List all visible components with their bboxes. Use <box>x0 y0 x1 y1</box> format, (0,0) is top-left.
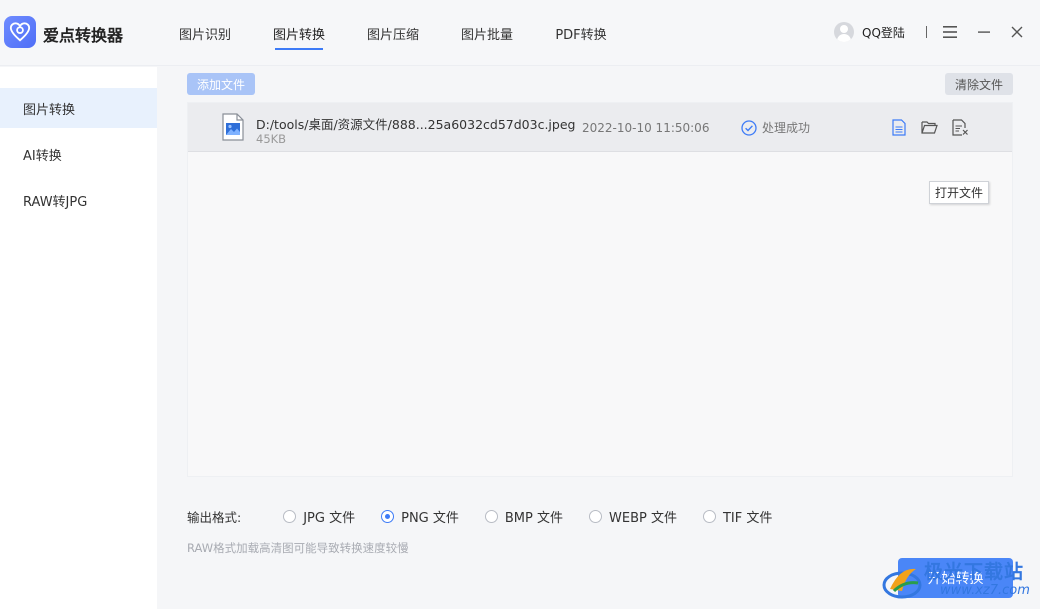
watermark: 极光下载站 www.xz7.com <box>880 555 1040 609</box>
radio-icon <box>589 509 602 523</box>
folder-icon <box>920 121 938 134</box>
format-option-label: BMP 文件 <box>504 510 563 526</box>
open-file-tooltip: 打开文件 <box>929 181 990 204</box>
minimize-button[interactable] <box>974 22 994 42</box>
format-option-tif[interactable]: TIF 文件 <box>702 507 773 526</box>
check-circle-icon <box>741 119 757 136</box>
sidebar: 图片转换 AI转换 RAW转JPG <box>0 67 157 609</box>
file-time: 2022-10-10 11:50:06 <box>582 121 710 135</box>
tab-image-convert[interactable]: 图片转换 <box>252 0 346 66</box>
delete-file-button[interactable] <box>950 117 970 137</box>
avatar-icon <box>834 22 854 42</box>
watermark-logo-icon <box>882 568 922 599</box>
image-file-icon <box>222 113 244 141</box>
watermark-text: 极光下载站 <box>924 561 1025 583</box>
tab-image-batch[interactable]: 图片批量 <box>440 0 534 66</box>
radio-icon <box>283 509 297 523</box>
file-delete-icon <box>951 118 968 136</box>
format-option-bmp[interactable]: BMP 文件 <box>484 507 563 526</box>
sidebar-item-image-convert[interactable]: 图片转换 <box>0 88 157 128</box>
sidebar-item-ai-convert[interactable]: AI转换 <box>0 134 157 174</box>
main-panel: 添加文件 清除文件 D:/tools/桌面/资源文件/888...25a6032… <box>157 67 1040 609</box>
minimize-icon <box>978 31 990 33</box>
tab-pdf-convert[interactable]: PDF转换 <box>534 0 628 66</box>
close-button[interactable] <box>1007 22 1027 42</box>
format-option-label: WEBP 文件 <box>609 510 677 526</box>
title-bar: 爱点转换器 图片识别 图片转换 图片压缩 图片批量 PDF转换 QQ登陆 <box>0 0 1040 66</box>
output-format-group: 输出格式: JPG 文件 PNG 文件 BMP 文件 WEBP 文件 TIF 文… <box>187 507 798 526</box>
file-size: 45KB <box>256 132 287 146</box>
menu-button[interactable] <box>940 22 960 42</box>
format-option-webp[interactable]: WEBP 文件 <box>589 507 677 526</box>
tab-image-compress[interactable]: 图片压缩 <box>346 0 440 66</box>
output-format-label: 输出格式: <box>187 509 242 525</box>
menu-icon <box>943 26 957 38</box>
add-file-button[interactable]: 添加文件 <box>187 73 255 95</box>
open-file-button[interactable] <box>889 117 909 137</box>
tab-image-recognition[interactable]: 图片识别 <box>158 0 252 66</box>
app-name: 爱点转换器 <box>43 26 124 45</box>
close-icon <box>1011 26 1023 38</box>
file-row[interactable]: D:/tools/桌面/资源文件/888...25a6032cd57d03c.j… <box>188 103 1012 152</box>
format-option-label: PNG 文件 <box>401 510 459 526</box>
top-nav: 图片识别 图片转换 图片压缩 图片批量 PDF转换 <box>158 0 628 66</box>
format-option-png[interactable]: PNG 文件 <box>381 507 459 526</box>
title-divider <box>926 26 927 38</box>
format-option-label: JPG 文件 <box>303 510 356 526</box>
radio-icon <box>484 509 498 523</box>
radio-selected-icon <box>381 509 395 523</box>
sidebar-item-raw-to-jpg[interactable]: RAW转JPG <box>0 180 157 220</box>
watermark-url: www.xz7.com <box>940 583 1030 598</box>
status-text: 处理成功 <box>762 121 811 135</box>
document-icon <box>892 118 906 136</box>
app-logo-icon <box>4 16 36 48</box>
file-path: D:/tools/桌面/资源文件/888...25a6032cd57d03c.j… <box>256 117 576 132</box>
file-list: D:/tools/桌面/资源文件/888...25a6032cd57d03c.j… <box>187 102 1013 477</box>
open-folder-button[interactable] <box>919 117 939 137</box>
format-option-jpg[interactable]: JPG 文件 <box>283 507 355 526</box>
format-option-label: TIF 文件 <box>722 510 773 526</box>
qq-login-button[interactable]: QQ登陆 <box>834 22 905 42</box>
qq-login-label: QQ登陆 <box>862 25 905 40</box>
radio-icon <box>702 509 716 523</box>
clear-files-button[interactable]: 清除文件 <box>945 73 1013 95</box>
status-badge: 处理成功 <box>741 119 810 136</box>
raw-hint-text: RAW格式加载高清图可能导致转换速度较慢 <box>187 541 409 555</box>
